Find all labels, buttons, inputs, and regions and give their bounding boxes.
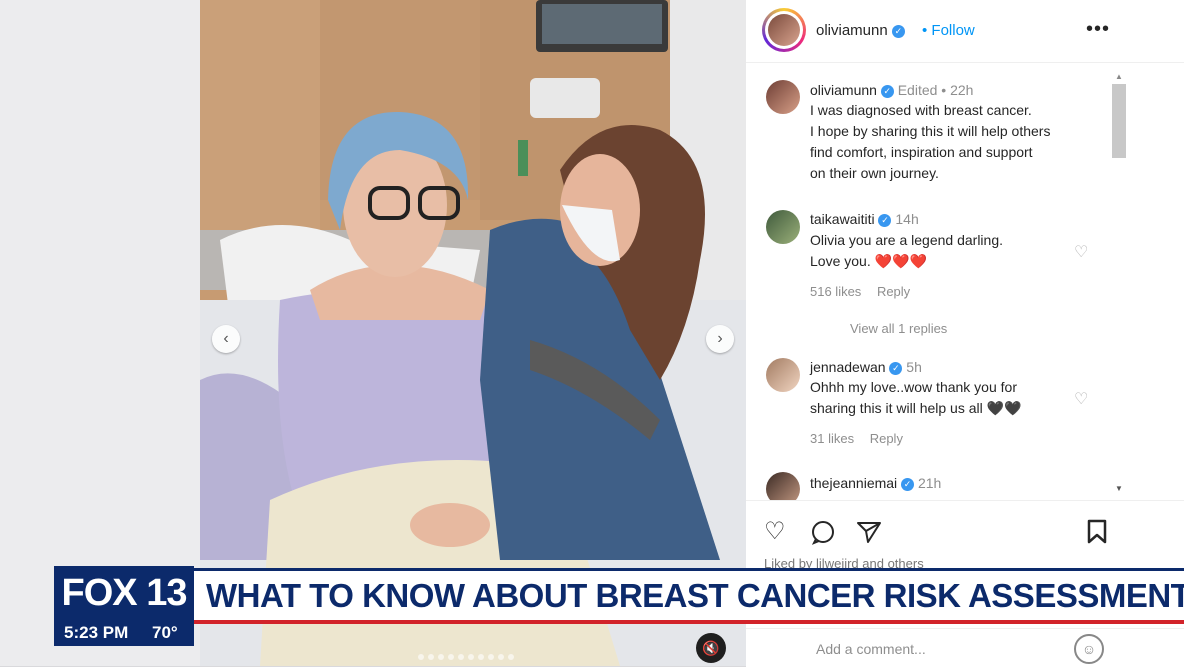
carousel-dot xyxy=(498,654,504,660)
comment-time: 14h xyxy=(895,211,919,227)
action-bar: ♡ xyxy=(746,500,1184,561)
comment-time: 5h xyxy=(906,359,922,375)
verified-icon: ✓ xyxy=(889,362,903,375)
heart-icon[interactable]: ♡ xyxy=(1074,389,1088,409)
comment-text: Ohhh my love..wow thank you for sharing … xyxy=(810,377,1100,419)
caption-line: on their own journey. xyxy=(810,165,939,181)
share-icon[interactable] xyxy=(856,519,882,545)
caption-text: I was diagnosed with breast cancer. I ho… xyxy=(810,100,1100,184)
chevron-left-icon[interactable]: ‹ xyxy=(212,325,240,353)
story-avatar[interactable] xyxy=(762,8,806,52)
caption-username[interactable]: oliviamunn xyxy=(810,82,877,98)
carousel-dot xyxy=(468,654,474,660)
scroll-down-arrow-icon[interactable]: ▼ xyxy=(1115,484,1123,493)
bookmark-icon[interactable] xyxy=(1086,519,1108,545)
comment-line: Love you. ❤️❤️❤️ xyxy=(810,253,927,269)
post-username-text[interactable]: oliviamunn xyxy=(816,22,888,39)
avatar[interactable] xyxy=(766,80,800,114)
comment-input[interactable]: Add a comment... xyxy=(816,641,926,657)
mute-icon[interactable]: 🔇 xyxy=(696,633,726,663)
comment-header: taikawaititi ✓ 14h xyxy=(810,211,919,227)
comment-header: thejeanniemai ✓ 21h xyxy=(810,475,941,491)
carousel-dot xyxy=(428,654,434,660)
carousel-dot xyxy=(488,654,494,660)
carousel-indicator xyxy=(418,654,514,660)
view-replies-link[interactable]: View all 1 replies xyxy=(850,321,947,336)
post-username[interactable]: oliviamunn ✓ xyxy=(816,22,905,39)
emoji-icon[interactable]: ☺ xyxy=(1074,634,1104,664)
comment-likes[interactable]: 31 likes xyxy=(810,431,854,446)
headline-bar: WHAT TO KNOW ABOUT BREAST CANCER RISK AS… xyxy=(194,568,1184,623)
heart-icon[interactable]: ♡ xyxy=(1074,242,1088,262)
comment-line: Olivia you are a legend darling. xyxy=(810,232,1004,248)
broadcast-temperature: 70° xyxy=(152,623,178,642)
verified-icon: ✓ xyxy=(891,25,905,38)
carousel-dot xyxy=(478,654,484,660)
chevron-right-icon[interactable]: › xyxy=(706,325,734,353)
comment-username[interactable]: thejeanniemai xyxy=(810,475,897,491)
heart-icon[interactable]: ♡ xyxy=(764,517,786,546)
comment-line: Ohhh my love..wow thank you for xyxy=(810,379,1017,395)
follow-button[interactable]: • Follow xyxy=(922,22,975,39)
avatar[interactable] xyxy=(766,210,800,244)
scroll-up-arrow-icon[interactable]: ▲ xyxy=(1115,72,1123,81)
comment-username[interactable]: taikawaititi xyxy=(810,211,875,227)
carousel-dot xyxy=(508,654,514,660)
verified-icon: ✓ xyxy=(878,214,892,227)
caption-line: I was diagnosed with breast cancer. xyxy=(810,102,1032,118)
caption-line: I hope by sharing this it will help othe… xyxy=(810,123,1051,139)
comment-actions: 31 likes Reply xyxy=(810,431,903,446)
verified-icon: ✓ xyxy=(901,478,915,491)
comments-scrollbar[interactable] xyxy=(1112,84,1126,158)
comment-icon[interactable] xyxy=(810,519,836,545)
reply-button[interactable]: Reply xyxy=(870,431,903,446)
comment-line: sharing this it will help us all 🖤🖤 xyxy=(810,400,1022,416)
more-options-icon[interactable]: ••• xyxy=(1086,18,1110,41)
news-lower-third: FOX 13 WHAT TO KNOW ABOUT BREAST CANCER … xyxy=(54,566,1184,646)
caption-meta: Edited • 22h xyxy=(897,82,974,98)
caption-line: find comfort, inspiration and support xyxy=(810,144,1033,160)
avatar[interactable] xyxy=(766,358,800,392)
time-temp-box: 5:23 PM 70° xyxy=(54,620,194,646)
comment-time: 21h xyxy=(917,475,942,491)
comment-likes[interactable]: 516 likes xyxy=(810,284,861,299)
broadcast-time: 5:23 PM xyxy=(64,623,129,642)
comment-username[interactable]: jennadewan xyxy=(810,359,886,375)
follow-label[interactable]: Follow xyxy=(931,22,974,39)
accent-line xyxy=(194,620,1184,624)
carousel-dot xyxy=(438,654,444,660)
post-header: oliviamunn ✓ • Follow ••• xyxy=(746,0,1184,63)
verified-icon: ✓ xyxy=(880,85,894,98)
video-frame: ‹ › 🔇 oliviamunn ✓ • Follow ••• oliviamu… xyxy=(0,0,1184,667)
news-headline: WHAT TO KNOW ABOUT BREAST CANCER RISK AS… xyxy=(206,577,1184,614)
comment-actions: 516 likes Reply xyxy=(810,284,910,299)
carousel-dot xyxy=(448,654,454,660)
carousel-dot xyxy=(418,654,424,660)
carousel-dot xyxy=(458,654,464,660)
comment-header: jennadewan ✓ 5h xyxy=(810,359,922,375)
reply-button[interactable]: Reply xyxy=(877,284,910,299)
caption-header: oliviamunn ✓ Edited • 22h xyxy=(810,82,973,98)
station-logo: FOX 13 xyxy=(54,566,194,620)
comment-text: Olivia you are a legend darling. Love yo… xyxy=(810,230,1100,272)
add-comment-bar: Add a comment... ☺ xyxy=(746,628,1184,667)
